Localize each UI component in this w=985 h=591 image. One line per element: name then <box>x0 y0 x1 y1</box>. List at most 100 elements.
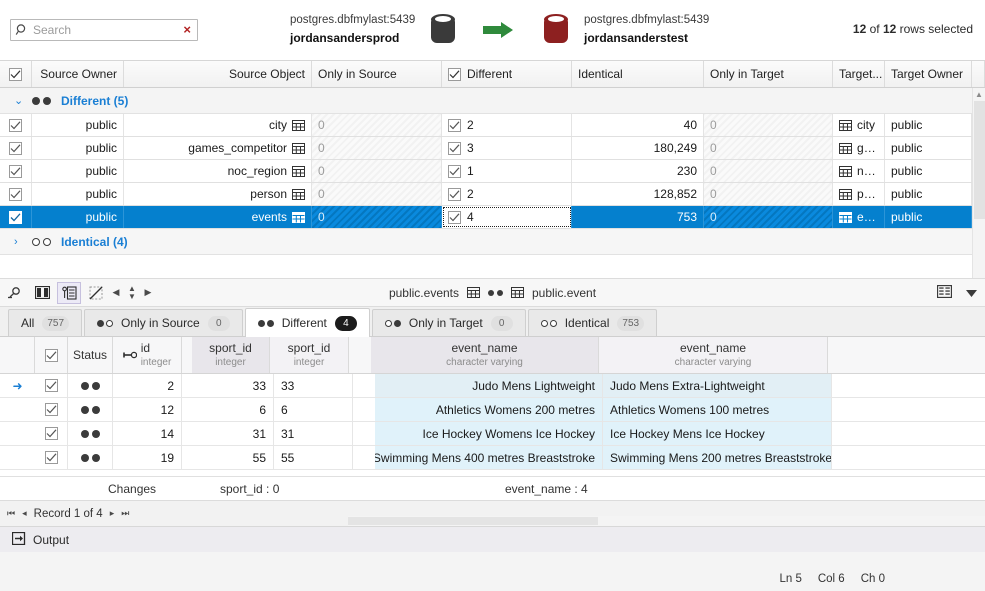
col-sport-id-source[interactable]: sport_id integer <box>192 337 270 373</box>
previous-record-icon[interactable]: ◂ <box>22 508 27 519</box>
row-checkbox-cell[interactable] <box>0 206 32 228</box>
scrollbar-thumb[interactable] <box>348 517 598 525</box>
scrollbar-thumb[interactable] <box>974 101 985 219</box>
status-line: Ln 5 <box>779 573 802 585</box>
find-button[interactable] <box>3 282 27 304</box>
different-filter-checkbox[interactable] <box>448 67 461 81</box>
select-all-checkbox-header[interactable] <box>0 61 32 87</box>
row-indicator-header <box>0 337 35 373</box>
different-row-checkbox[interactable] <box>448 210 461 224</box>
only-in-target-dots-icon <box>384 319 401 327</box>
detail-row[interactable]: ➜ 2 33 33 Judo Mens Lightweight Judo Men… <box>0 374 985 398</box>
detail-event-name-source: Swimming Mens 400 metres Breaststroke <box>375 446 603 469</box>
cell-identical: 40 <box>572 114 704 136</box>
table-row[interactable]: public person 0 2 128,852 0 per public <box>0 183 985 206</box>
tab-all[interactable]: All 757 <box>8 309 83 336</box>
cell-identical: 230 <box>572 160 704 182</box>
row-checkbox-cell[interactable] <box>0 183 32 205</box>
search-clear-icon[interactable]: × <box>181 23 193 36</box>
row-checkbox-cell[interactable] <box>0 114 32 136</box>
col-only-in-source[interactable]: Only in Source <box>312 61 442 87</box>
row-checkbox-cell[interactable] <box>0 137 32 159</box>
select-all-detail-checkbox[interactable] <box>44 348 58 362</box>
table-row[interactable]: public noc_region 0 1 230 0 noc public <box>0 160 985 183</box>
grid-vertical-scrollbar[interactable]: ▲ <box>972 88 985 278</box>
detail-row-checkbox-cell[interactable] <box>35 422 68 445</box>
chevron-down-icon[interactable] <box>966 286 977 300</box>
col-source-object[interactable]: Source Object <box>124 61 312 87</box>
next-difference-button[interactable]: ▶ <box>140 282 156 304</box>
prev-difference-button[interactable]: ◀ <box>108 282 124 304</box>
record-view-button[interactable] <box>57 281 81 304</box>
col-source-owner[interactable]: Source Owner <box>32 61 124 87</box>
row-checkbox[interactable] <box>9 164 22 178</box>
different-row-checkbox[interactable] <box>448 118 461 132</box>
group-row-different[interactable]: ⌄ Different (5) <box>0 88 985 114</box>
tab-different[interactable]: Different 4 <box>244 308 370 337</box>
col-status[interactable]: Status <box>68 337 113 373</box>
tab-only-in-source[interactable]: Only in Source 0 <box>84 309 243 336</box>
search-input[interactable] <box>33 22 182 37</box>
detail-row-checkbox-cell[interactable] <box>35 374 68 397</box>
different-row-checkbox[interactable] <box>448 141 461 155</box>
tab-identical[interactable]: Identical 753 <box>527 309 658 336</box>
chevron-right-icon[interactable]: › <box>14 236 28 248</box>
table-row[interactable]: public games_competitor 0 3 180,249 0 ga… <box>0 137 985 160</box>
row-checkbox[interactable] <box>9 187 22 201</box>
col-event-name-source[interactable]: event_name character varying <box>371 337 599 373</box>
detail-row[interactable]: 19 55 55 Swimming Mens 400 metres Breast… <box>0 446 985 470</box>
col-event-name-target[interactable]: event_name character varying <box>599 337 828 373</box>
detail-event-name-target: Ice Hockey Mens Ice Hockey <box>603 422 832 445</box>
detail-row[interactable]: 12 6 6 Athletics Womens 200 metres Athle… <box>0 398 985 422</box>
detail-row-checkbox[interactable] <box>44 427 58 440</box>
col-identical[interactable]: Identical <box>572 61 704 87</box>
scroll-up-icon[interactable]: ▲ <box>973 88 985 101</box>
detail-row[interactable]: 14 31 31 Ice Hockey Womens Ice Hockey Ic… <box>0 422 985 446</box>
col-sport-id-target[interactable]: sport_id integer <box>270 337 349 373</box>
row-checkbox-cell[interactable] <box>0 160 32 182</box>
cell-only-in-source: 0 <box>312 114 442 136</box>
detail-row-checkbox-cell[interactable] <box>35 446 68 469</box>
col-only-in-target[interactable]: Only in Target <box>704 61 833 87</box>
col-target-object[interactable]: Target... <box>833 61 885 87</box>
updown-difference-button[interactable]: ▲ ▼ <box>124 282 140 304</box>
search-box[interactable]: × <box>10 18 198 41</box>
tab-only-in-target[interactable]: Only in Target 0 <box>371 309 526 336</box>
table-row[interactable]: public city 0 2 40 0 city public <box>0 114 985 137</box>
detail-row-checkbox[interactable] <box>44 451 58 464</box>
detail-horizontal-scrollbar[interactable] <box>348 516 985 526</box>
col-id[interactable]: id integer <box>113 337 182 373</box>
grid-layout-icon[interactable] <box>936 284 953 301</box>
cell-different[interactable]: 4 <box>442 206 572 228</box>
target-name-label: jordansanderstest <box>584 31 689 45</box>
select-all-detail-header[interactable] <box>35 337 68 373</box>
output-panel-header[interactable]: Output <box>0 526 985 552</box>
first-record-icon[interactable]: ⏮ <box>7 508 15 519</box>
detail-row-checkbox-cell[interactable] <box>35 398 68 421</box>
rows-selected-of: of <box>866 22 883 36</box>
table-row-selected[interactable]: public events 0 4 753 0 eve public <box>0 206 985 229</box>
select-all-checkbox[interactable] <box>9 67 22 81</box>
table-icon <box>292 165 305 177</box>
split-view-button[interactable] <box>30 282 54 304</box>
row-checkbox[interactable] <box>9 210 22 224</box>
group-row-identical[interactable]: › Identical (4) <box>0 229 985 255</box>
tab-all-label: All <box>21 316 35 330</box>
detail-row-checkbox[interactable] <box>44 403 58 416</box>
next-record-icon[interactable]: ▸ <box>110 508 115 519</box>
table-icon <box>292 142 305 154</box>
col-different[interactable]: Different <box>442 61 572 87</box>
last-record-icon[interactable]: ⏭ <box>121 508 129 519</box>
tab-all-badge: 757 <box>42 315 70 331</box>
table-icon <box>839 119 852 131</box>
row-checkbox[interactable] <box>9 118 22 132</box>
row-checkbox[interactable] <box>9 141 22 155</box>
different-row-checkbox[interactable] <box>448 187 461 201</box>
detail-row-checkbox[interactable] <box>44 379 58 392</box>
chevron-down-icon[interactable]: ⌄ <box>14 94 28 107</box>
cell-source-object: noc_region <box>124 160 312 182</box>
cell-different-value: 2 <box>467 118 474 132</box>
different-row-checkbox[interactable] <box>448 164 461 178</box>
toggle-filter-button[interactable] <box>84 282 108 304</box>
col-target-owner[interactable]: Target Owner <box>885 61 972 87</box>
